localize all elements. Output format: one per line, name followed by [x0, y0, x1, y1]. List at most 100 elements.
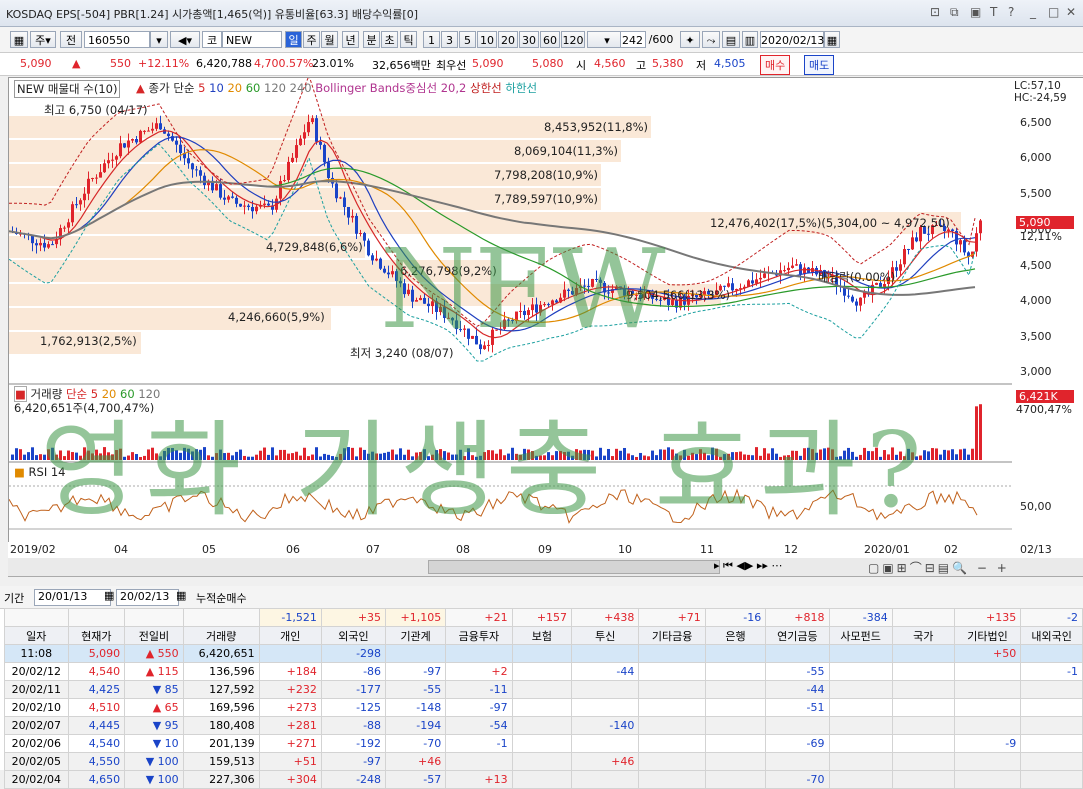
- code-input[interactable]: 160550: [84, 31, 150, 48]
- column-header[interactable]: 기타법인: [953, 626, 1022, 645]
- sell-button[interactable]: 매도: [804, 55, 835, 75]
- interval-5[interactable]: 5: [459, 31, 476, 48]
- table-row[interactable]: 20/02/12 4,540 ▲ 115 136,596 +184 -86 -97 +2 -44…: [4, 662, 1083, 681]
- candle: [263, 203, 266, 205]
- calendar-icon[interactable]: ▦: [176, 589, 186, 602]
- scroll-controls-icon[interactable]: ▸ ⏮ ◀▶ ▸▸ ⋯: [714, 559, 782, 573]
- y-tick-6000: 6,000: [1020, 151, 1052, 164]
- period-week[interactable]: 주: [303, 31, 320, 48]
- column-header[interactable]: 내외국인: [1020, 626, 1083, 645]
- rsi-tick-50: 50,00: [1020, 500, 1052, 513]
- column-header[interactable]: 현재가: [67, 626, 126, 645]
- tool-icon-2[interactable]: ⤳: [702, 31, 720, 48]
- scroll-thumb[interactable]: [428, 560, 720, 574]
- column-header[interactable]: 은행: [704, 626, 767, 645]
- y-tick-4000: 4,000: [1020, 294, 1052, 307]
- table-row[interactable]: 11:08 5,090 ▲ 550 6,420,651 -298 +50: [4, 644, 1083, 663]
- tool-icon-3[interactable]: ▥: [742, 31, 758, 48]
- count-input[interactable]: 242: [620, 31, 646, 48]
- stock-name[interactable]: NEW: [222, 31, 282, 48]
- interval-120[interactable]: 120: [561, 31, 585, 48]
- table-cell: 11:08: [4, 644, 69, 663]
- table-row[interactable]: 20/02/04 4,650 ▼ 100 227,306 +304 -248 -57 +13 -…: [4, 770, 1083, 789]
- table-row[interactable]: 20/02/07 4,445 ▼ 95 180,408 +281 -88 -194 -54 -1…: [4, 716, 1083, 735]
- column-header[interactable]: 기타금융: [638, 626, 706, 645]
- period-year[interactable]: 년: [342, 31, 359, 48]
- table-cell: ▼ 100: [124, 752, 184, 771]
- interval-60[interactable]: 60: [540, 31, 560, 48]
- stock-legend[interactable]: NEW 매물대 수(10): [14, 80, 121, 98]
- candle: [123, 143, 126, 148]
- close-icon[interactable]: ✕: [1066, 5, 1076, 19]
- prev-button[interactable]: 전: [60, 31, 82, 48]
- total-cell: +438: [571, 608, 640, 627]
- candle: [187, 158, 190, 164]
- interval-10[interactable]: 10: [477, 31, 497, 48]
- table-row[interactable]: 20/02/05 4,550 ▼ 100 159,513 +51 -97 +46 +46: [4, 752, 1083, 771]
- period-day[interactable]: 일: [285, 31, 302, 48]
- table-cell: +46: [571, 752, 640, 771]
- window-icon-3[interactable]: ▣: [970, 5, 981, 19]
- calendar-icon[interactable]: ▦: [824, 31, 840, 48]
- save-icon[interactable]: ▤: [722, 31, 740, 48]
- x-tick: 2019/02: [10, 543, 56, 556]
- interval-30[interactable]: 30: [519, 31, 539, 48]
- profile-label-10: 1,762,913(2,5%): [40, 334, 137, 348]
- table-cell: -55: [385, 680, 447, 699]
- column-header[interactable]: 사모펀드: [828, 626, 893, 645]
- table-cell: [571, 644, 640, 663]
- period-tick[interactable]: 틱: [400, 31, 417, 48]
- column-header[interactable]: 투신: [571, 626, 640, 645]
- code-dropdown-icon[interactable]: ▾: [150, 31, 168, 48]
- column-header[interactable]: 금융투자: [445, 626, 513, 645]
- candle: [763, 273, 766, 278]
- table-cell: 20/02/12: [4, 662, 69, 681]
- column-header[interactable]: 외국인: [320, 626, 387, 645]
- x-tick: 11: [700, 543, 714, 556]
- text-icon[interactable]: T: [990, 5, 997, 19]
- buy-button[interactable]: 매수: [760, 55, 791, 75]
- tool-icon-1[interactable]: ✦: [680, 31, 700, 48]
- candle: [255, 206, 258, 212]
- column-header[interactable]: 기관계: [385, 626, 447, 645]
- help-icon[interactable]: ?: [1008, 5, 1014, 19]
- candle: [135, 138, 138, 143]
- zoom-controls-icon[interactable]: ▢▣⊞⌒⊟▤🔍 − +: [868, 559, 1010, 576]
- stock-type-select[interactable]: 주▾: [30, 31, 56, 48]
- trade-amount: 32,656백만: [372, 59, 431, 72]
- sound-icon[interactable]: ◀▾: [170, 31, 200, 48]
- table-cell: ▲ 115: [124, 662, 184, 681]
- column-header[interactable]: 일자: [4, 626, 69, 645]
- table-cell: [638, 734, 706, 753]
- chart-scrollbar[interactable]: ▸ ⏮ ◀▶ ▸▸ ⋯ ▢▣⊞⌒⊟▤🔍 − +: [8, 558, 1083, 577]
- grid-icon[interactable]: ▦: [10, 31, 28, 48]
- period-month[interactable]: 월: [321, 31, 338, 48]
- total-cell: +21: [445, 608, 513, 627]
- bb-upper: 상한선: [469, 81, 502, 95]
- column-header[interactable]: 전일비: [124, 626, 184, 645]
- interval-1[interactable]: 1: [423, 31, 440, 48]
- maximize-icon[interactable]: □: [1048, 5, 1059, 19]
- minimize-icon[interactable]: _: [1030, 5, 1036, 19]
- candle: [759, 277, 762, 280]
- column-header[interactable]: 보험: [511, 626, 573, 645]
- table-row[interactable]: 20/02/06 4,540 ▼ 10 201,139 +271 -192 -70 -1 -69…: [4, 734, 1083, 753]
- investor-table: -1,521 +35 +1,105 +21 +157 +438 +71 -16 +818 -384…: [4, 608, 1083, 789]
- column-header[interactable]: 국가: [891, 626, 955, 645]
- table-row[interactable]: 20/02/11 4,425 ▼ 85 127,592 +232 -177 -55 -11 -4…: [4, 680, 1083, 699]
- to-date-input[interactable]: 20/02/13: [116, 589, 179, 606]
- window-icon-1[interactable]: ⊡: [930, 5, 940, 19]
- window-icon-2[interactable]: ⧉: [950, 5, 959, 20]
- date-input[interactable]: 2020/02/13: [760, 31, 824, 48]
- column-header[interactable]: 거래량: [182, 626, 260, 645]
- interval-3[interactable]: 3: [441, 31, 458, 48]
- interval-20[interactable]: 20: [498, 31, 518, 48]
- column-header[interactable]: 개인: [258, 626, 322, 645]
- calendar-icon[interactable]: ▦: [104, 589, 114, 602]
- period-minute[interactable]: 분: [363, 31, 380, 48]
- table-row[interactable]: 20/02/10 4,510 ▲ 65 169,596 +273 -125 -148 -97 -…: [4, 698, 1083, 717]
- column-header[interactable]: 연기금등: [765, 626, 830, 645]
- period-second[interactable]: 초: [381, 31, 398, 48]
- table-cell: [638, 680, 706, 699]
- from-date-input[interactable]: 20/01/13: [34, 589, 111, 606]
